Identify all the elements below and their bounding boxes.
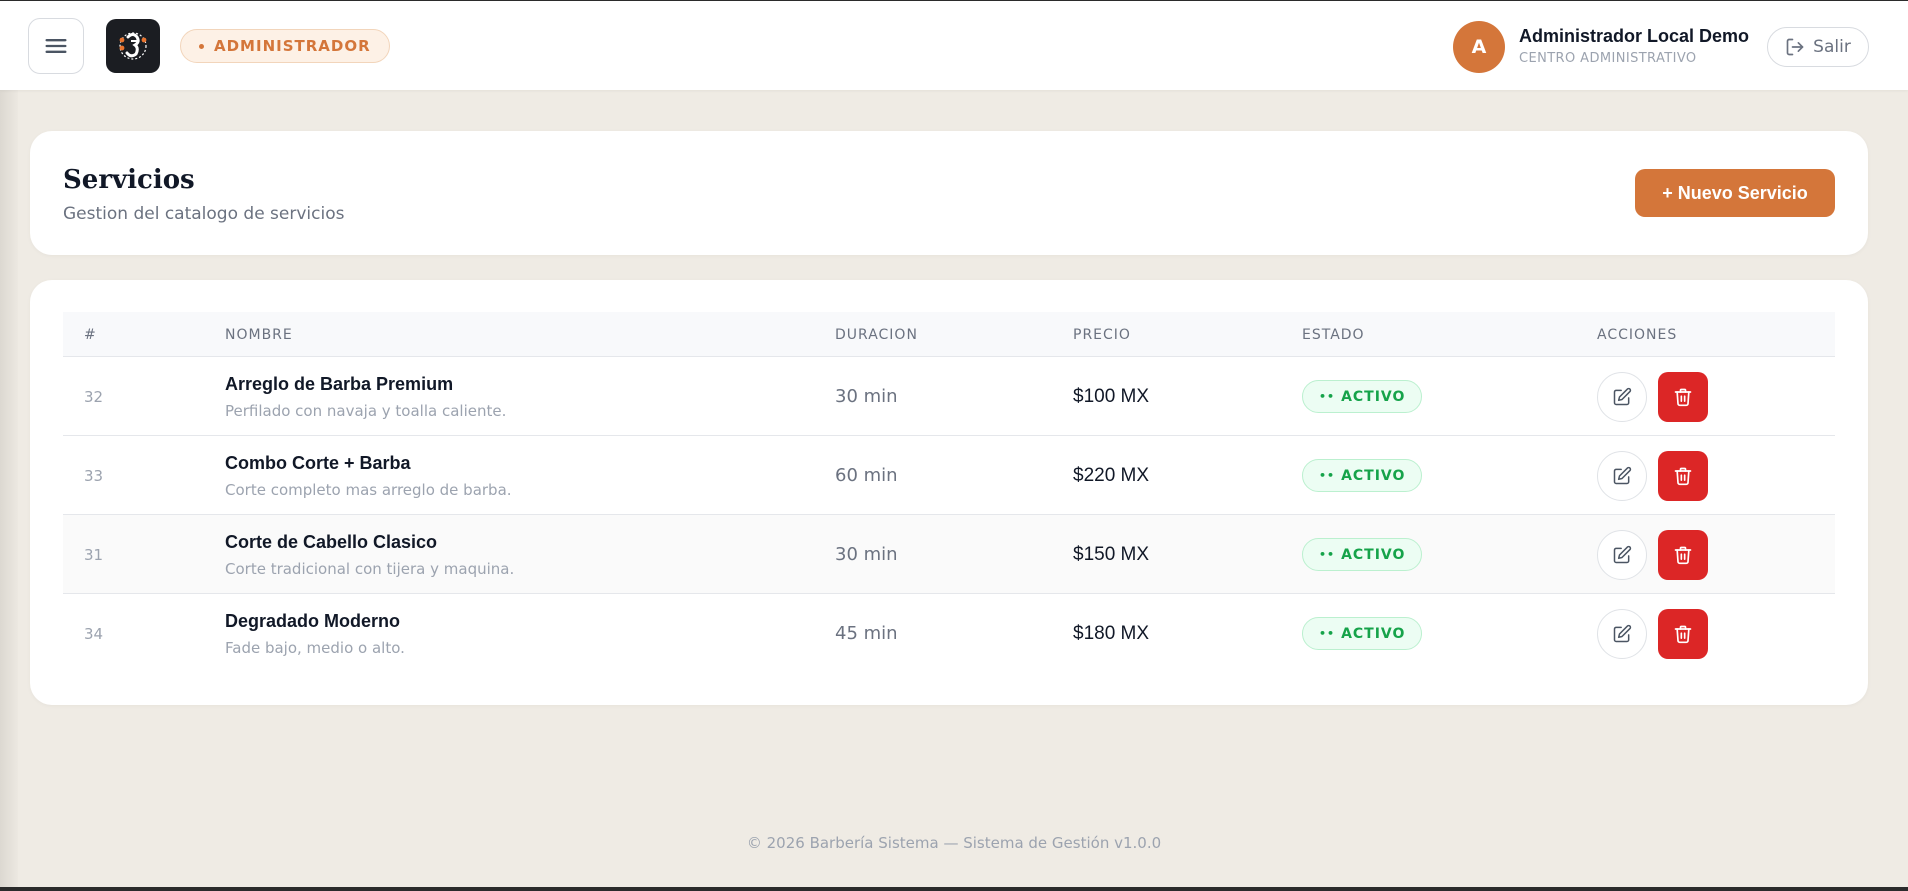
menu-button[interactable] (28, 18, 84, 74)
page-footer: © 2026 Barbería Sistema — Sistema de Ges… (746, 834, 1162, 852)
row-name: Degradado Moderno (225, 611, 401, 631)
trash-icon (1674, 388, 1692, 407)
delete-button[interactable] (1658, 609, 1708, 659)
delete-button[interactable] (1658, 530, 1708, 580)
role-label: ADMINISTRADOR (214, 37, 371, 55)
page-header-card: Servicios Gestion del catalogo de servic… (30, 131, 1868, 255)
row-name: Corte de Cabello Clasico (225, 532, 438, 552)
status-dot-icon: •• (1319, 548, 1336, 561)
row-price: $220 MX (1073, 465, 1150, 486)
services-table: # NOMBRE DURACION PRECIO ESTADO ACCIONES… (63, 312, 1835, 673)
row-description: Fade bajo, medio o alto. (225, 639, 405, 657)
user-role: CENTRO ADMINISTRATIVO (1519, 51, 1697, 66)
table-row: 31 Corte de Cabello Clasico Corte tradic… (63, 515, 1835, 594)
hamburger-menu-icon (45, 39, 67, 53)
delete-button[interactable] (1658, 451, 1708, 501)
row-price: $100 MX (1073, 386, 1150, 407)
header-duration: DURACION (835, 327, 918, 343)
row-duration: 60 min (835, 465, 898, 486)
trash-icon (1674, 467, 1692, 486)
status-badge: •• ACTIVO (1302, 380, 1423, 413)
trash-icon (1674, 546, 1692, 565)
barberia-logo[interactable] (106, 19, 160, 73)
page-subtitle: Gestion del catalogo de servicios (63, 204, 345, 224)
row-name: Arreglo de Barba Premium (225, 374, 454, 394)
row-name: Combo Corte + Barba (225, 453, 411, 473)
header-status: ESTADO (1302, 327, 1365, 343)
role-dot-icon (199, 43, 204, 49)
avatar-initial: A (1471, 36, 1487, 58)
table-row: 34 Degradado Moderno Fade bajo, medio o … (63, 594, 1835, 673)
table-row: 33 Combo Corte + Barba Corte completo ma… (63, 436, 1835, 515)
status-label: ACTIVO (1341, 625, 1406, 642)
edit-button[interactable] (1597, 609, 1647, 659)
row-id: 34 (84, 625, 104, 643)
logout-arrow-icon (1786, 38, 1804, 56)
pencil-square-icon (1613, 624, 1632, 643)
logo-mark-icon (119, 32, 147, 60)
pencil-square-icon (1613, 545, 1632, 564)
header-name: NOMBRE (225, 327, 293, 343)
delete-button[interactable] (1658, 372, 1708, 422)
header-actions: ACCIONES (1597, 327, 1678, 343)
row-price: $150 MX (1073, 544, 1150, 565)
status-badge: •• ACTIVO (1302, 538, 1423, 571)
status-badge: •• ACTIVO (1302, 459, 1423, 492)
table-row: 32 Arreglo de Barba Premium Perfilado co… (63, 357, 1835, 436)
row-duration: 30 min (835, 386, 898, 407)
bottom-edge (0, 887, 1908, 891)
services-table-card: # NOMBRE DURACION PRECIO ESTADO ACCIONES… (30, 280, 1868, 705)
row-duration: 30 min (835, 544, 898, 565)
status-label: ACTIVO (1341, 388, 1406, 405)
top-bar: ADMINISTRADOR A Administrador Local Demo… (0, 0, 1908, 90)
user-avatar[interactable]: A (1453, 21, 1505, 73)
status-dot-icon: •• (1319, 627, 1336, 640)
table-header: # NOMBRE DURACION PRECIO ESTADO ACCIONES (63, 312, 1835, 357)
logout-label: Salir (1813, 37, 1851, 57)
edit-button[interactable] (1597, 530, 1647, 580)
row-price: $180 MX (1073, 623, 1150, 644)
row-description: Perfilado con navaja y toalla caliente. (225, 402, 507, 420)
logout-button[interactable]: Salir (1767, 27, 1869, 67)
pencil-square-icon (1613, 466, 1632, 485)
row-description: Corte tradicional con tijera y maquina. (225, 560, 515, 578)
edit-button[interactable] (1597, 372, 1647, 422)
pencil-square-icon (1613, 387, 1632, 406)
page-title: Servicios (63, 165, 195, 195)
status-label: ACTIVO (1341, 467, 1406, 484)
role-badge: ADMINISTRADOR (180, 29, 390, 63)
new-service-button[interactable]: + Nuevo Servicio (1635, 169, 1835, 217)
header-price: PRECIO (1073, 327, 1131, 343)
user-name: Administrador Local Demo (1519, 26, 1750, 46)
row-id: 31 (84, 546, 104, 564)
edit-button[interactable] (1597, 451, 1647, 501)
trash-icon (1674, 625, 1692, 644)
app-root: ADMINISTRADOR A Administrador Local Demo… (0, 0, 1908, 891)
header-id: # (84, 327, 97, 343)
row-id: 33 (84, 467, 104, 485)
status-badge: •• ACTIVO (1302, 617, 1423, 650)
row-description: Corte completo mas arreglo de barba. (225, 481, 512, 499)
left-edge-shade (0, 90, 18, 891)
status-label: ACTIVO (1341, 546, 1406, 563)
row-duration: 45 min (835, 623, 898, 644)
row-id: 32 (84, 388, 104, 406)
status-dot-icon: •• (1319, 390, 1336, 403)
status-dot-icon: •• (1319, 469, 1336, 482)
